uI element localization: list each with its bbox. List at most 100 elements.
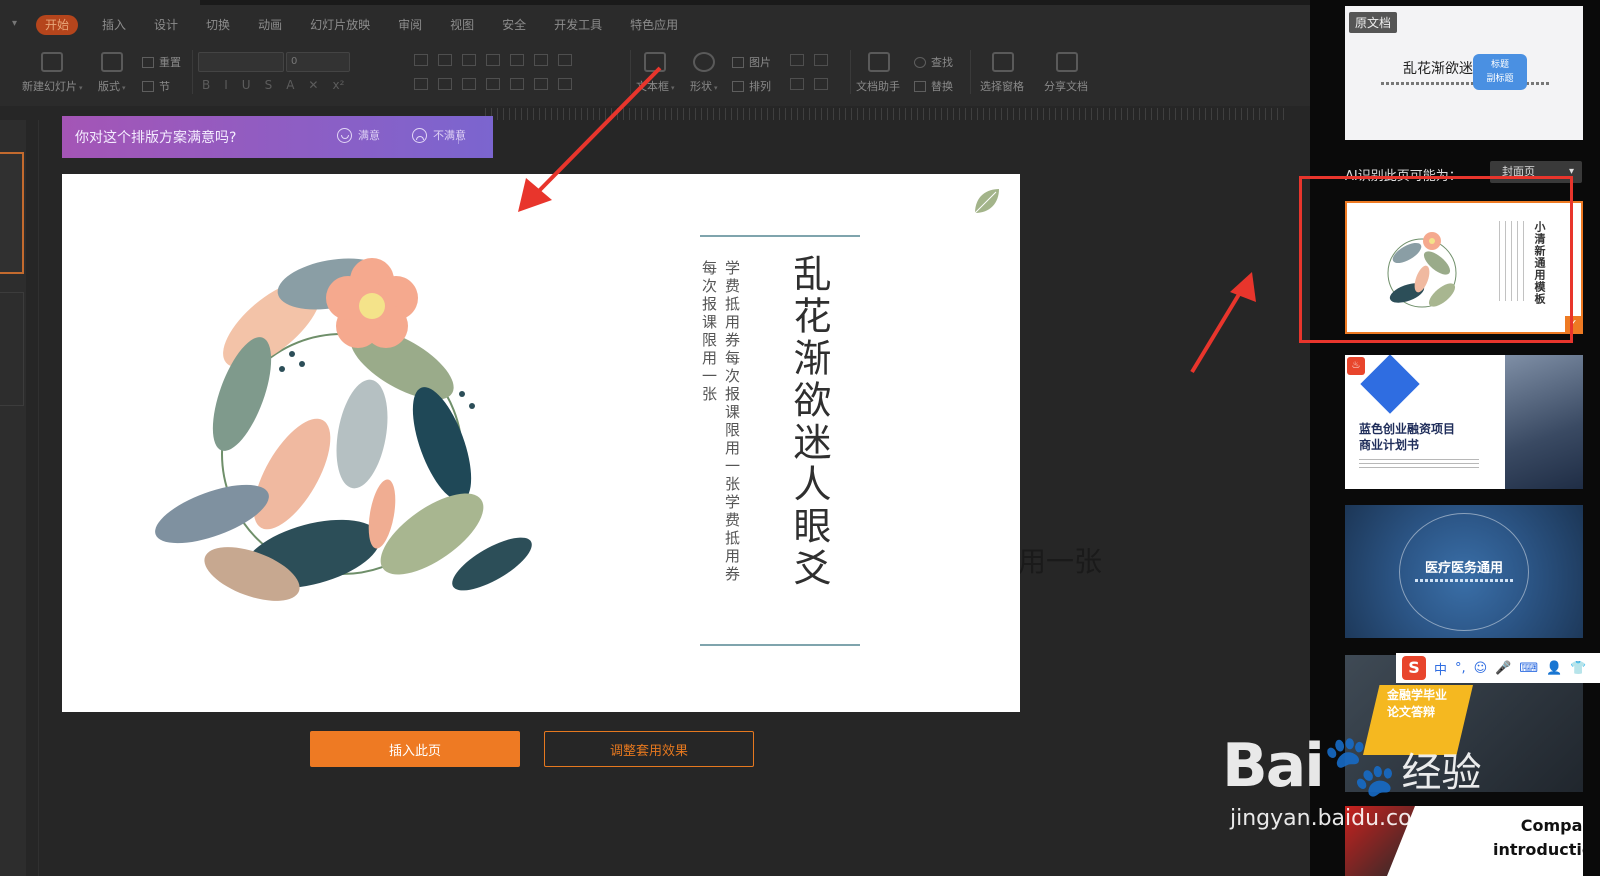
template-title-line2: 商业计划书 xyxy=(1359,438,1420,452)
template-thumbnail-business[interactable]: ♨ 蓝色创业融资项目 商业计划书 xyxy=(1345,355,1583,489)
select-pane-label: 选择窗格 xyxy=(980,80,1024,93)
align-left-icon[interactable] xyxy=(414,78,428,90)
tab-security[interactable]: 安全 xyxy=(502,15,526,35)
clear-format-icon[interactable]: ✕ xyxy=(308,78,318,92)
share-doc-label: 分享文档 xyxy=(1044,80,1088,93)
font-color-icon[interactable]: A xyxy=(286,78,294,92)
insert-page-button[interactable]: 插入此页 xyxy=(310,731,520,767)
tab-developer[interactable]: 开发工具 xyxy=(554,15,602,35)
slide-preview[interactable]: 乱花渐欲迷人眼爻 学费抵用券每次报课限用一张学费抵用券 每次报课限用一张 xyxy=(62,174,1020,712)
share-doc-button[interactable]: 分享文档 xyxy=(1044,52,1090,94)
divider xyxy=(192,50,193,94)
frown-icon xyxy=(412,127,427,143)
indent-increase-icon[interactable] xyxy=(486,54,500,66)
fill-icon[interactable] xyxy=(790,54,804,66)
slide-subtitle-line1[interactable]: 学费抵用券每次报课限用一张学费抵用券 xyxy=(722,260,743,584)
textbox-button[interactable]: 文本框 xyxy=(636,52,675,94)
italic-icon[interactable]: I xyxy=(224,78,228,92)
divider xyxy=(38,120,39,876)
template-title: 医疗医务通用 xyxy=(1424,561,1503,576)
tab-view[interactable]: 视图 xyxy=(450,15,474,35)
tab-review[interactable]: 审阅 xyxy=(398,15,422,35)
superscript-icon[interactable]: x² xyxy=(332,78,344,92)
find-label: 查找 xyxy=(931,56,953,69)
layout-button[interactable]: 版式 xyxy=(98,52,126,94)
shape-button[interactable]: 形状 xyxy=(690,52,718,94)
bullet-list-icon[interactable] xyxy=(414,54,428,66)
ime-toolbar[interactable]: S 中 °, ☺ 🎤 ⌨ 👤 👕 xyxy=(1396,653,1600,683)
indent-decrease-icon[interactable] xyxy=(462,54,476,66)
original-title: 乱花渐欲迷 xyxy=(1403,61,1473,77)
reset-button[interactable]: 重置 xyxy=(142,54,181,70)
outline-icon[interactable] xyxy=(814,54,828,66)
doc-assistant-button[interactable]: 文档助手 xyxy=(856,52,902,94)
satisfied-label: 满意 xyxy=(358,129,380,142)
font-size-select[interactable]: 0 xyxy=(286,52,350,72)
layout-icon xyxy=(100,52,123,72)
share-icon xyxy=(1056,52,1078,72)
arrange-button[interactable]: 排列 xyxy=(732,78,771,94)
adjust-effect-button[interactable]: 调整套用效果 xyxy=(544,731,754,767)
template-thumbnail-company[interactable]: Company introduction xyxy=(1345,806,1583,876)
red-highlight-box xyxy=(1299,176,1573,343)
picture-button[interactable]: 图片 xyxy=(732,54,771,70)
tab-slideshow[interactable]: 幻灯片放映 xyxy=(310,15,370,35)
menu-toggle-icon[interactable]: ▾ xyxy=(12,18,17,29)
microphone-icon[interactable]: 🎤 xyxy=(1495,661,1511,676)
shape-label: 形状 xyxy=(690,78,718,94)
number-list-icon[interactable] xyxy=(438,54,452,66)
floral-wreath-illustration xyxy=(155,258,532,601)
template-subtitle-line xyxy=(1415,579,1513,582)
template-title-line1: 蓝色创业融资项目 xyxy=(1359,422,1456,436)
bold-icon[interactable]: B xyxy=(202,78,210,92)
slide-subtitle-line2[interactable]: 每次报课限用一张 xyxy=(699,260,720,404)
replace-button[interactable]: 替换 xyxy=(914,78,953,94)
survey-question: 你对这个排版方案满意吗? xyxy=(75,130,237,146)
style-icon[interactable] xyxy=(814,78,828,90)
font-name-select[interactable] xyxy=(198,52,284,72)
skin-icon[interactable]: 👕 xyxy=(1570,661,1586,676)
title-bottom-rule xyxy=(700,644,860,646)
layout-satisfaction-banner: 你对这个排版方案满意吗? 满意 不满意 xyxy=(62,116,493,158)
tab-animations[interactable]: 动画 xyxy=(258,15,282,35)
user-icon[interactable]: 👤 xyxy=(1546,661,1562,676)
keyboard-icon[interactable]: ⌨ xyxy=(1519,661,1538,676)
columns-icon[interactable] xyxy=(510,54,524,66)
align-right-icon[interactable] xyxy=(462,78,476,90)
divider xyxy=(850,50,851,94)
slide-title[interactable]: 乱花渐欲迷人眼爻 xyxy=(782,254,837,590)
strike-icon[interactable]: S xyxy=(265,78,273,92)
align-center-icon[interactable] xyxy=(438,78,452,90)
slide-thumbnail-current[interactable] xyxy=(0,152,24,274)
shape-effect-tools xyxy=(790,78,828,90)
smartart-icon[interactable] xyxy=(558,78,572,90)
slide-thumbnail[interactable] xyxy=(0,292,24,406)
tab-home[interactable]: 开始 xyxy=(36,15,79,35)
underline-icon[interactable]: U xyxy=(242,78,251,92)
ime-mode[interactable]: 中 xyxy=(1434,659,1447,678)
red-arrow-to-template xyxy=(1190,272,1256,374)
satisfied-button[interactable]: 满意 xyxy=(337,127,380,143)
justify-icon[interactable] xyxy=(486,78,500,90)
unsatisfied-button[interactable]: 不满意 xyxy=(412,127,466,143)
emoji-icon[interactable]: ☺ xyxy=(1474,661,1488,676)
template-thumbnail-medical[interactable]: 医疗医务通用 xyxy=(1345,505,1583,638)
section-button[interactable]: 节 xyxy=(142,78,170,94)
punctuation-icon[interactable]: °, xyxy=(1455,661,1466,676)
shape-fill-tools xyxy=(790,54,828,66)
tab-design[interactable]: 设计 xyxy=(154,15,178,35)
tab-transitions[interactable]: 切换 xyxy=(206,15,230,35)
original-document-thumbnail[interactable]: 原文档 乱花渐欲迷 标题 副标题 xyxy=(1345,6,1583,140)
select-pane-button[interactable]: 选择窗格 xyxy=(980,52,1026,94)
tab-special-apps[interactable]: 特色应用 xyxy=(630,15,678,35)
find-button[interactable]: 查找 xyxy=(914,54,953,70)
effect-icon[interactable] xyxy=(790,78,804,90)
line-spacing-icon[interactable] xyxy=(534,54,548,66)
reset-icon xyxy=(142,56,154,68)
tab-insert[interactable]: 插入 xyxy=(102,15,126,35)
new-slide-button[interactable]: 新建幻灯片 xyxy=(22,52,83,94)
distribute-icon[interactable] xyxy=(510,78,524,90)
vertical-align-icon[interactable] xyxy=(534,78,548,90)
text-direction-icon[interactable] xyxy=(558,54,572,66)
doc-assistant-icon xyxy=(868,52,890,72)
